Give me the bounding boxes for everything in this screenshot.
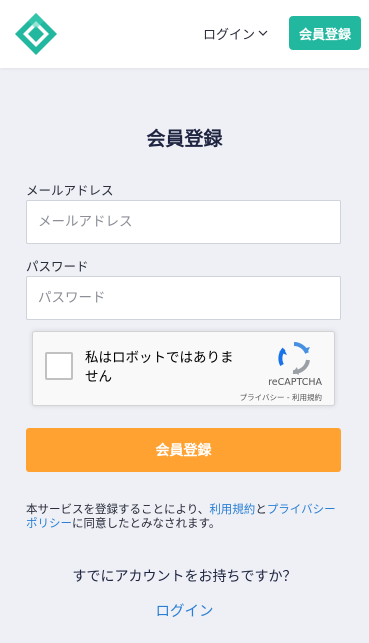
recaptcha-label: 私はロボットではありません xyxy=(85,350,234,385)
page-title: 会員登録 xyxy=(146,128,223,150)
terms-suffix: に同意したとみなされます。 xyxy=(72,516,221,530)
recaptcha-separator: - xyxy=(284,393,292,402)
header-login-menu[interactable]: ログイン xyxy=(203,22,268,44)
recaptcha-privacy-link[interactable]: プライバシー xyxy=(240,393,285,402)
recaptcha-widget: 私はロボットではありません reCAPTCHA プライバシー - 利用規約 xyxy=(32,331,335,406)
chevron-down-icon xyxy=(258,30,268,36)
header-signup-button[interactable]: 会員登録 xyxy=(289,16,361,50)
site-header: ログイン 会員登録 xyxy=(0,0,369,68)
recaptcha-brand: reCAPTCHA xyxy=(268,377,322,388)
recaptcha-terms-link[interactable]: 利用規約 xyxy=(292,393,322,402)
email-label: メールアドレス xyxy=(26,183,114,198)
header-login-label: ログイン xyxy=(203,27,256,43)
recaptcha-logo-icon xyxy=(278,342,310,375)
terms-notice: 本サービスを登録することにより、利用規約とプライバシーポリシーに同意したとみなさ… xyxy=(26,502,344,530)
password-field[interactable] xyxy=(26,276,341,320)
email-field[interactable] xyxy=(26,200,341,244)
terms-prefix: 本サービスを登録することにより、 xyxy=(26,502,210,516)
logo-icon[interactable] xyxy=(14,12,58,56)
signup-submit-button[interactable]: 会員登録 xyxy=(26,428,341,472)
have-account-text: すでにアカウントをお持ちですか？ xyxy=(72,569,297,585)
terms-and: と xyxy=(255,502,267,516)
recaptcha-links: プライバシー - 利用規約 xyxy=(240,392,322,403)
login-link[interactable]: ログイン xyxy=(0,600,369,621)
password-label: パスワード xyxy=(26,259,89,274)
terms-of-use-link[interactable]: 利用規約 xyxy=(209,502,255,516)
recaptcha-checkbox[interactable] xyxy=(45,352,73,380)
